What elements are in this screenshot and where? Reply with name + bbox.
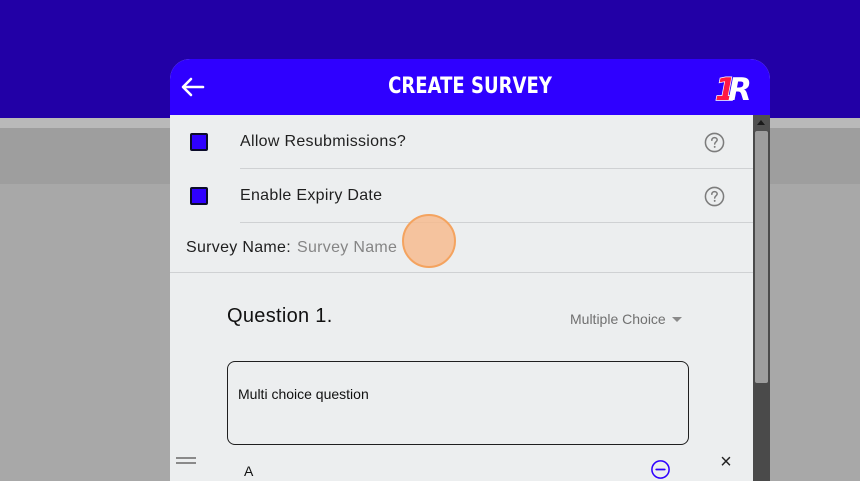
click-indicator: [402, 214, 456, 268]
scrollbar[interactable]: [753, 115, 770, 481]
scroll-up-arrow-icon[interactable]: [757, 120, 765, 125]
caret-down-icon: [671, 316, 682, 322]
enable-expiry-date-checkbox[interactable]: [190, 187, 208, 205]
enable-expiry-date-label: Enable Expiry Date: [240, 187, 383, 204]
close-icon[interactable]: ×: [716, 452, 736, 472]
setting-row-enable-expiry-date: Enable Expiry Date: [170, 169, 753, 223]
modal-title: CREATE SURVEY: [388, 74, 552, 99]
allow-resubmissions-label: Allow Resubmissions?: [240, 133, 407, 150]
question-circle-icon[interactable]: [704, 186, 725, 207]
question-circle-icon[interactable]: [704, 132, 725, 153]
modal-header: CREATE SURVEY 1 R: [170, 59, 770, 115]
drag-handle-icon[interactable]: [176, 457, 196, 465]
arrow-left-icon: [181, 77, 205, 97]
modal-content: Allow Resubmissions? Enable Expiry Date …: [170, 115, 753, 481]
survey-name-input[interactable]: [297, 234, 497, 262]
question-text-field[interactable]: Multi choice question: [227, 361, 689, 445]
logo-letter: R: [728, 72, 752, 105]
create-survey-modal: CREATE SURVEY 1 R Allow Resubmissions? E…: [170, 59, 770, 481]
scrollbar-thumb[interactable]: [755, 131, 768, 383]
back-button[interactable]: [180, 74, 206, 100]
scrollbar-track[interactable]: [753, 131, 770, 481]
question-type-dropdown[interactable]: Multiple Choice: [570, 311, 682, 327]
question-type-value: Multiple Choice: [570, 311, 666, 327]
brand-logo: 1 R: [714, 71, 752, 105]
question-title: Question 1.: [227, 305, 333, 327]
allow-resubmissions-checkbox[interactable]: [190, 133, 208, 151]
question-text: Multi choice question: [238, 386, 369, 402]
survey-name-row: Survey Name:: [170, 223, 753, 273]
minus-circle-icon[interactable]: [650, 459, 671, 480]
setting-row-allow-resubmissions: Allow Resubmissions?: [170, 115, 753, 169]
survey-name-label: Survey Name:: [186, 239, 291, 256]
option-label[interactable]: A: [244, 463, 253, 479]
